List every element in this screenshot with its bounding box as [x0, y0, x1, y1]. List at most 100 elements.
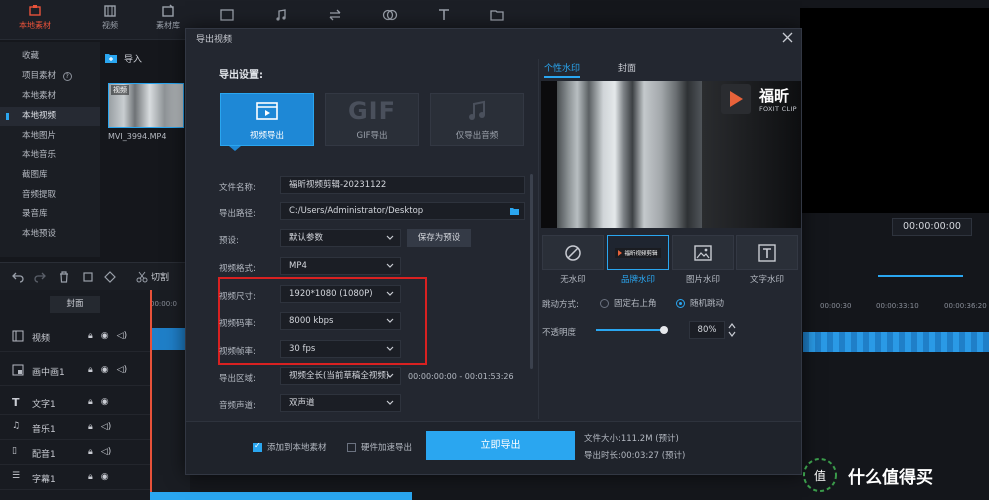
music-icon[interactable] [274, 8, 288, 22]
crop-icon[interactable] [82, 271, 94, 283]
mic-icon: ▯ [12, 446, 17, 456]
nav-item-audio-extract[interactable]: 音频提取 [0, 186, 100, 205]
lock-icon[interactable]: 🔒︎ [88, 397, 93, 407]
nav-item-recordings[interactable]: 录音库 [0, 205, 100, 224]
resolution-select[interactable]: 1920*1080 (1080P) [280, 285, 401, 303]
nav-item-local-assets[interactable]: 本地素材 [0, 87, 100, 106]
track-video[interactable]: 视频 🔒︎ ◉ ◁) [0, 324, 150, 352]
radio-fixed-corner[interactable]: 固定右上角 [600, 297, 657, 309]
mode-gif-export[interactable]: GIF GIF导出 [325, 93, 419, 146]
split-button[interactable]: 切割 [136, 270, 169, 283]
nav-item-local-images[interactable]: 本地图片 [0, 127, 100, 146]
folder-icon[interactable] [510, 207, 519, 215]
channel-select[interactable]: 双声道 [280, 394, 401, 412]
image-icon[interactable] [220, 9, 234, 21]
volume-icon[interactable]: ◁) [117, 365, 127, 375]
opacity-slider-knob[interactable] [660, 326, 668, 334]
eye-icon[interactable]: ◉ [101, 331, 109, 341]
opacity-input[interactable]: 80% [689, 321, 725, 339]
watermark-brand[interactable]: 福昕视频剪辑 [607, 235, 669, 270]
track-text[interactable]: T 文字1 🔒︎ ◉ [0, 390, 150, 415]
watermark-none[interactable] [542, 235, 604, 270]
checkbox-hw-accel[interactable]: 硬件加速导出 [347, 441, 412, 453]
lock-icon[interactable]: 🔒︎ [88, 422, 93, 432]
toolbar-label: 视频 [102, 21, 118, 30]
mode-audio-export[interactable]: 仅导出音频 [430, 93, 524, 146]
tab-cover[interactable]: 封面 [618, 61, 636, 74]
bitrate-select[interactable]: 8000 kbps [280, 312, 401, 330]
toolbar-label: 本地素材 [19, 21, 51, 30]
toolbar-local-assets[interactable]: 本地素材 [10, 4, 60, 31]
stepper-icon[interactable] [728, 322, 736, 338]
track-subtitle[interactable]: ☰ 字幕1 🔒︎ ◉ [0, 465, 150, 490]
preset-value: 默认参数 [289, 233, 324, 243]
track-pip[interactable]: 画中画1 🔒︎ ◉ ◁) [0, 358, 150, 386]
playhead[interactable] [150, 290, 152, 500]
transition-icon[interactable] [328, 8, 342, 22]
range-select[interactable]: 视频全长(当前草稿全视频) [280, 367, 401, 385]
channel-value: 双声道 [289, 398, 315, 408]
watermark-image[interactable] [672, 235, 734, 270]
cover-button[interactable]: 封面 [50, 296, 100, 313]
channel-label: 音频声道: [219, 401, 256, 411]
close-icon[interactable] [782, 32, 793, 43]
folder-open-icon[interactable] [490, 8, 504, 22]
eye-icon[interactable]: ◉ [101, 472, 109, 482]
delete-icon[interactable] [58, 271, 70, 283]
nav-item-local-video[interactable]: 本地视频 [0, 107, 100, 126]
clip-thumbnail[interactable]: 视频 [108, 83, 184, 128]
ruler-label: 00:00:33:10 [876, 302, 919, 310]
save-preset-button[interactable]: 保存为预设 [407, 229, 471, 247]
settings-scrollbar[interactable] [530, 174, 533, 369]
marker-icon[interactable] [104, 271, 116, 283]
toolbar-video[interactable]: 视频 [85, 4, 135, 31]
nav-item-screenshots[interactable]: 截图库 [0, 166, 100, 185]
toolbar-library[interactable]: 素材库 [143, 4, 193, 31]
eye-icon[interactable]: ◉ [101, 397, 109, 407]
range-label: 导出区域: [219, 374, 256, 384]
mode-video-export[interactable]: 视频导出 [220, 93, 314, 146]
watermark-text[interactable] [736, 235, 798, 270]
track-voiceover[interactable]: ▯ 配音1 🔒︎ ◁) [0, 440, 150, 465]
fps-select[interactable]: 30 fps [280, 340, 401, 358]
help-icon[interactable]: ? [62, 72, 72, 81]
eye-icon[interactable]: ◉ [101, 365, 109, 375]
volume-icon[interactable]: ◁) [117, 331, 127, 341]
timeline-scrollbar[interactable] [150, 492, 412, 500]
volume-icon[interactable]: ◁) [101, 422, 111, 432]
checkbox-add-local[interactable]: 添加到本地素材 [253, 441, 327, 453]
settings-title: 导出设置: [219, 70, 263, 81]
format-select[interactable]: MP4 [280, 257, 401, 275]
nav-item-local-presets[interactable]: 本地预设 [0, 225, 100, 244]
import-button[interactable]: 导入 [104, 46, 184, 70]
undo-icon[interactable] [12, 271, 24, 283]
filename-field[interactable]: 福昕视频剪辑-20231122 [280, 176, 525, 194]
lock-icon[interactable]: 🔒︎ [88, 472, 93, 482]
timeline-area[interactable]: 00:00:0 [150, 290, 190, 500]
text-tool-icon[interactable] [437, 8, 451, 22]
music-icon: ♫ [12, 421, 21, 431]
nav-item-favorites[interactable]: 收藏 [0, 47, 100, 66]
lock-icon[interactable]: 🔒︎ [88, 447, 93, 457]
preset-select[interactable]: 默认参数 [280, 229, 401, 247]
video-clip[interactable] [803, 332, 989, 352]
video-clip[interactable] [150, 328, 190, 350]
path-value: C:/Users/Administrator/Desktop [289, 206, 424, 216]
lock-icon[interactable]: 🔒︎ [88, 365, 93, 375]
track-music[interactable]: ♫ 音乐1 🔒︎ ◁) [0, 415, 150, 440]
opacity-slider[interactable] [596, 329, 664, 331]
zoom-slider[interactable] [878, 275, 963, 277]
checkbox-label: 添加到本地素材 [267, 443, 327, 453]
volume-icon[interactable]: ◁) [101, 447, 111, 457]
lock-icon[interactable]: 🔒︎ [88, 331, 93, 341]
nav-item-local-music[interactable]: 本地音乐 [0, 146, 100, 165]
tab-watermark[interactable]: 个性水印 [544, 61, 581, 78]
path-field[interactable]: C:/Users/Administrator/Desktop [280, 202, 525, 220]
radio-random-jump[interactable]: 随机跳动 [676, 297, 724, 309]
export-now-button[interactable]: 立即导出 [426, 431, 575, 460]
filter-icon[interactable] [382, 8, 398, 22]
resolution-label: 视频尺寸: [219, 292, 256, 302]
nav-item-project-assets[interactable]: 项目素材 ? [0, 67, 100, 86]
watermark-name: 福昕 [759, 87, 790, 105]
redo-icon[interactable] [34, 271, 46, 283]
